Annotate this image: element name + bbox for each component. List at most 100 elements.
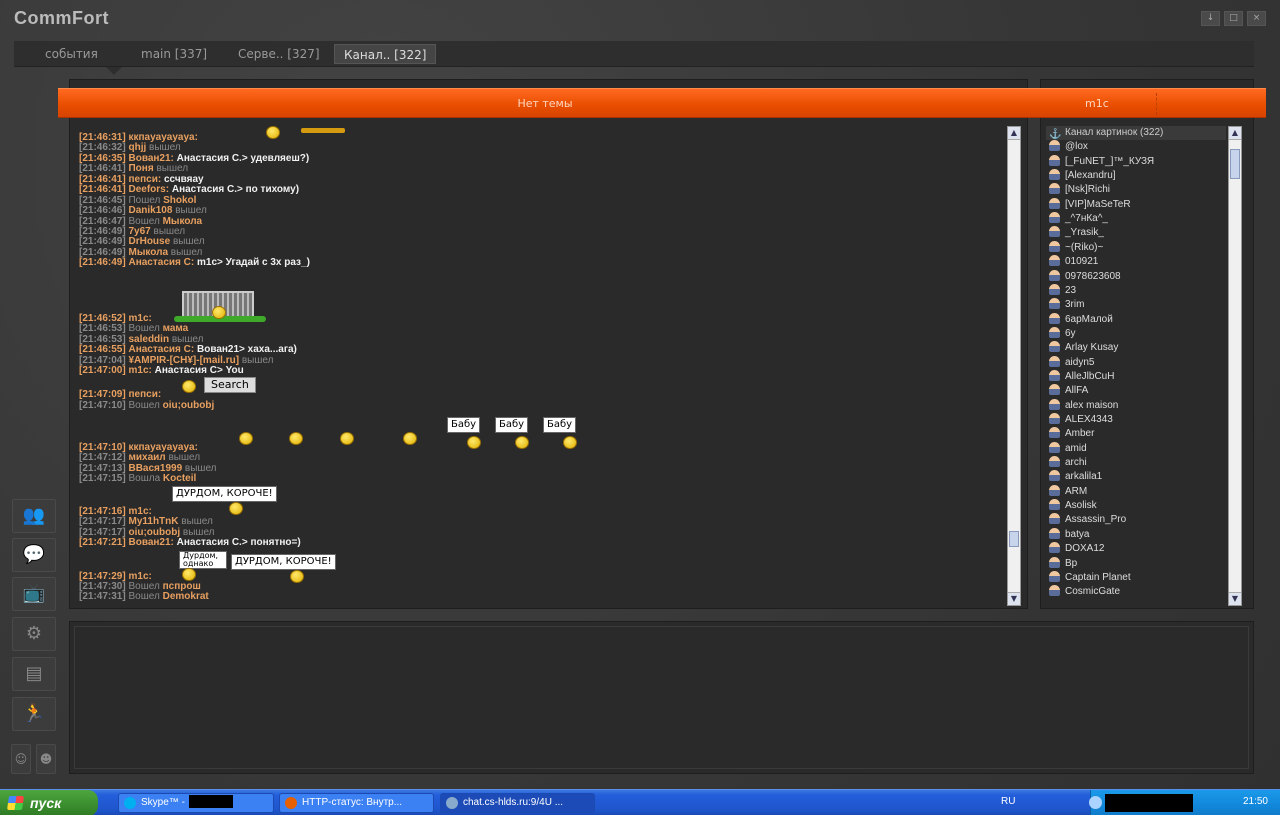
- channel-row[interactable]: ⚓ Канал картинок (322): [1046, 126, 1226, 140]
- message-time: [21:46:41]: [79, 163, 126, 174]
- message-nick[interactable]: DrHouse: [128, 236, 170, 247]
- user-row[interactable]: AlleJlbCuH: [1046, 369, 1226, 384]
- message-nick[interactable]: пепси:: [128, 389, 161, 400]
- user-row[interactable]: 3rim: [1046, 298, 1226, 312]
- face-icon[interactable]: ☻: [36, 744, 56, 774]
- user-row[interactable]: ARM: [1046, 484, 1226, 499]
- user-row[interactable]: Asolisk: [1046, 499, 1226, 513]
- network-icon[interactable]: [1089, 796, 1102, 809]
- user-name: Arlay Kusay: [1065, 342, 1119, 354]
- message-nick[interactable]: qhjj: [128, 142, 146, 153]
- user-row[interactable]: aidyn5: [1046, 355, 1226, 370]
- user-row[interactable]: alex maison: [1046, 398, 1226, 413]
- scroll-up-icon[interactable]: ▲: [1229, 127, 1241, 140]
- smiley-list-icon[interactable]: ☺: [11, 744, 31, 774]
- smiley-icon: [563, 436, 577, 449]
- message-text: Вошел: [128, 591, 160, 602]
- message-time: [21:47:09]: [79, 389, 126, 400]
- tab-server[interactable]: Серве.. [327]: [229, 44, 329, 64]
- user-row[interactable]: Bp: [1046, 556, 1226, 571]
- user-icon: [1049, 499, 1060, 511]
- message-time: [21:47:15]: [79, 473, 126, 484]
- message-nick[interactable]: My11hTnK: [128, 516, 178, 527]
- tab-main[interactable]: main [337]: [132, 44, 216, 64]
- message-nick[interactable]: Поня: [128, 163, 153, 174]
- user-name: alex maison: [1065, 399, 1119, 411]
- chat-scrollbar[interactable]: ▲ ▼: [1007, 126, 1021, 606]
- user-row[interactable]: 010921: [1046, 255, 1226, 269]
- user-row[interactable]: [Nsk]Richi: [1046, 183, 1226, 197]
- user-row[interactable]: 0978623608: [1046, 269, 1226, 284]
- user-row[interactable]: 23: [1046, 283, 1226, 298]
- system-message: [21:47:31] Вошел Demokrat: [79, 591, 209, 602]
- message-nick[interactable]: Анастасия С:: [128, 257, 194, 268]
- tv-icon[interactable]: 📺: [12, 577, 56, 611]
- user-row[interactable]: arkalila1: [1046, 470, 1226, 484]
- user-row[interactable]: CosmicGate: [1046, 585, 1226, 599]
- scroll-up-icon[interactable]: ▲: [1008, 127, 1020, 140]
- message-nick[interactable]: Kocteil: [163, 473, 196, 484]
- message-nick[interactable]: мама: [163, 323, 189, 334]
- user-row[interactable]: _^7нКа^_: [1046, 212, 1226, 226]
- user-icon: [1049, 413, 1060, 424]
- message-log[interactable]: [21:46:31] ккпаyayayaya: [21:46:32] qhjj…: [76, 126, 1006, 606]
- scroll-thumb[interactable]: [1009, 531, 1019, 547]
- user-row[interactable]: ALEX4343: [1046, 413, 1226, 427]
- message-nick[interactable]: михаил: [128, 452, 165, 463]
- user-row[interactable]: [VIP]MaSeTeR: [1046, 197, 1226, 212]
- message-text: Вошел: [128, 323, 160, 334]
- user-row[interactable]: ~(Riko)~: [1046, 240, 1226, 255]
- user-row[interactable]: [_FuNET_]™_КУЗЯ: [1046, 154, 1226, 169]
- users-icon[interactable]: 👥: [12, 499, 56, 533]
- user-icon: [1049, 169, 1060, 181]
- user-icon: [1049, 456, 1060, 468]
- message-nick[interactable]: Анастасия С:: [128, 344, 194, 355]
- board-icon[interactable]: ▤: [12, 657, 56, 691]
- message-nick[interactable]: Deefors:: [128, 184, 169, 195]
- user-list: ⚓ Канал картинок (322) @lox [_FuNET_]™_КУЗЯ…: [1046, 126, 1226, 604]
- user-row[interactable]: AllFA: [1046, 384, 1226, 398]
- scroll-down-icon[interactable]: ▼: [1229, 592, 1241, 605]
- tab-channel[interactable]: Канал.. [322]: [334, 44, 437, 64]
- user-row[interactable]: 6арМалой: [1046, 312, 1226, 327]
- close-button[interactable]: ×: [1247, 11, 1266, 26]
- user-row[interactable]: DOXA12: [1046, 542, 1226, 556]
- user-name: 0978623608: [1065, 270, 1121, 282]
- message-nick[interactable]: Вован21:: [128, 537, 173, 548]
- user-row[interactable]: 6y: [1046, 326, 1226, 341]
- exit-runner-icon[interactable]: 🏃: [12, 697, 56, 731]
- user-row[interactable]: @lox: [1046, 140, 1226, 154]
- gear-icon[interactable]: ⚙: [12, 617, 56, 651]
- minimize-button[interactable]: ↓: [1201, 11, 1220, 26]
- user-row[interactable]: Arlay Kusay: [1046, 341, 1226, 355]
- message-nick[interactable]: Demokrat: [163, 591, 209, 602]
- user-row[interactable]: Captain Planet: [1046, 570, 1226, 585]
- user-row[interactable]: Assassin_Pro: [1046, 513, 1226, 527]
- message-text: Анастасия С.> удевляеш?): [176, 153, 310, 164]
- user-row[interactable]: batya: [1046, 527, 1226, 542]
- user-row[interactable]: [Alexandru]: [1046, 169, 1226, 183]
- taskbar-item-skype[interactable]: Skype™ -: [118, 793, 274, 813]
- message-input[interactable]: [74, 626, 1249, 769]
- message-nick[interactable]: oiu;oubobj: [163, 400, 215, 411]
- skype-icon: [124, 797, 136, 809]
- durdom-sign: ДУРДОМ, КОРОЧЕ!: [231, 554, 336, 570]
- user-row[interactable]: archi: [1046, 456, 1226, 470]
- taskbar-item-firefox[interactable]: HTTP-статус: Внутр...: [279, 793, 434, 813]
- message-nick[interactable]: Danik108: [128, 205, 172, 216]
- smiley-icon: [229, 502, 243, 515]
- message-input-panel: [69, 621, 1254, 774]
- taskbar-item-commfort[interactable]: chat.cs-hlds.ru:9/4U ...: [440, 793, 595, 813]
- message-nick[interactable]: m1c:: [128, 365, 151, 376]
- user-row[interactable]: Amber: [1046, 427, 1226, 441]
- scroll-thumb[interactable]: [1230, 149, 1240, 179]
- user-row[interactable]: amid: [1046, 441, 1226, 456]
- start-button[interactable]: пуск: [0, 790, 98, 815]
- users-scrollbar[interactable]: ▲ ▼: [1228, 126, 1242, 606]
- language-indicator[interactable]: RU: [1001, 796, 1015, 807]
- user-row[interactable]: _Yrasik_: [1046, 226, 1226, 240]
- tab-events[interactable]: события: [36, 44, 107, 64]
- chat-bubbles-icon[interactable]: 💬: [12, 538, 56, 572]
- maximize-button[interactable]: □: [1224, 11, 1243, 26]
- scroll-down-icon[interactable]: ▼: [1008, 592, 1020, 605]
